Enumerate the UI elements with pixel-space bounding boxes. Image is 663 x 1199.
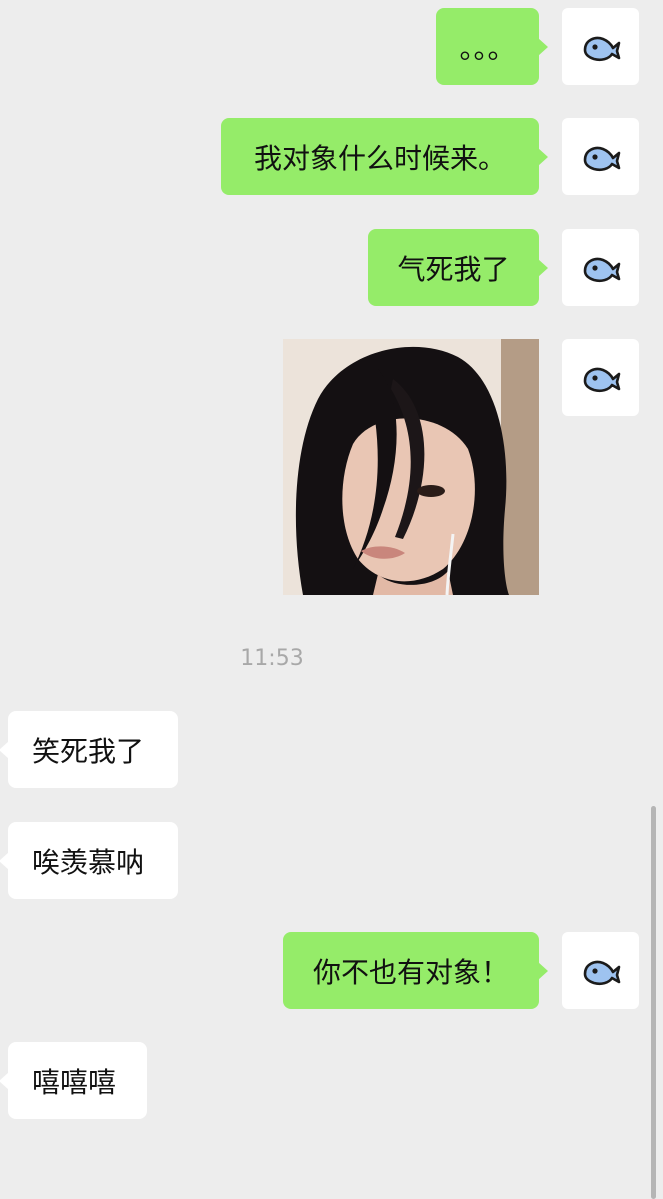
chat-timestamp: 11:53 bbox=[240, 646, 304, 671]
scrollbar[interactable] bbox=[651, 806, 656, 1199]
fish-icon bbox=[581, 32, 621, 62]
message-bubble-received[interactable]: 笑死我了 bbox=[0, 711, 178, 788]
image-message[interactable] bbox=[283, 339, 539, 595]
fish-icon bbox=[581, 363, 621, 393]
fish-icon bbox=[581, 956, 621, 986]
fish-icon bbox=[581, 142, 621, 172]
avatar[interactable] bbox=[562, 118, 639, 195]
avatar[interactable] bbox=[562, 339, 639, 416]
message-bubble-sent[interactable]: 你不也有对象！ bbox=[283, 932, 548, 1009]
message-bubble-received[interactable]: 唉羡慕呐 bbox=[0, 822, 178, 899]
avatar[interactable] bbox=[562, 932, 639, 1009]
fish-icon bbox=[581, 253, 621, 283]
avatar[interactable] bbox=[562, 8, 639, 85]
message-bubble-sent[interactable]: 。。。 bbox=[436, 8, 548, 85]
avatar[interactable] bbox=[562, 229, 639, 306]
message-bubble-sent[interactable]: 气死我了 bbox=[368, 229, 548, 306]
message-bubble-sent[interactable]: 我对象什么时候来。 bbox=[221, 118, 548, 195]
message-bubble-received[interactable]: 嘻嘻嘻 bbox=[0, 1042, 147, 1119]
selfie-photo bbox=[283, 339, 539, 595]
